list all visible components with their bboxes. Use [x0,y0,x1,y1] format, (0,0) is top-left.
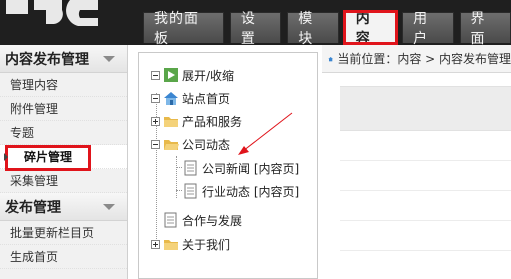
home-icon [328,56,333,61]
sidebar-item-generate-home[interactable]: 生成首页 [0,245,127,269]
table-row [340,191,511,221]
table-header [340,86,511,131]
expand-icon[interactable] [151,116,160,126]
sidebar-section-publish[interactable]: 发布管理 [0,193,127,221]
tab-modules[interactable]: 模块 [287,11,339,47]
tree-node-products[interactable]: 产品和服务 [151,111,242,131]
content-table [340,86,511,279]
tree-node-label: 公司新闻 [内容页] [202,161,300,176]
tree-line [176,167,182,168]
breadcrumb-text: 当前位置：内容 > 内容发布管理 [337,52,511,66]
chevron-down-icon[interactable] [103,55,115,62]
tree-node-company-news-page[interactable]: 公司新闻 [内容页] [183,158,299,178]
highlight-box [5,145,91,171]
breadcrumb: 当前位置：内容 > 内容发布管理 [322,45,511,73]
caret-right-icon [4,153,8,161]
table-row [340,131,511,161]
category-tree: 展开/收缩 站点首页 产品和服务 公司动态 公司新闻 [内容页] 行业动态 [内… [138,52,318,279]
top-bar: 我的面板 设置 模块 内容 用户 界面 [0,0,511,47]
tree-node-home[interactable]: 站点首页 [151,88,230,108]
tree-toggle-label: 展开/收缩 [182,68,235,83]
tree-toggle[interactable]: 展开/收缩 [151,65,234,85]
sidebar-section-title: 内容发布管理 [5,51,89,68]
folder-icon [164,240,178,250]
folder-icon [164,117,178,127]
main-nav: 我的面板 设置 模块 内容 用户 界面 [143,10,511,47]
sidebar-item-fragments[interactable]: 碎片管理 [0,145,127,171]
page-icon [184,160,197,176]
home-icon [164,92,178,105]
collapse-icon[interactable] [151,70,160,80]
collapse-icon[interactable] [151,93,160,103]
sidebar-item-batch-update[interactable]: 批量更新栏目页 [0,221,127,245]
tree-node-label: 公司动态 [182,137,231,152]
sidebar-section-title: 发布管理 [5,199,61,216]
page-icon [164,212,177,228]
tree-node-industry-news-page[interactable]: 行业动态 [内容页] [183,181,299,201]
tree-node-company-news[interactable]: 公司动态 [151,134,230,154]
tree-node-cooperation[interactable]: 合作与发展 [163,210,242,230]
tab-my-panel[interactable]: 我的面板 [143,11,224,47]
tab-users[interactable]: 用户 [402,11,454,47]
folder-open-icon [164,140,179,150]
table-row [340,221,511,251]
tab-settings[interactable]: 设置 [229,11,282,47]
tree-line [176,190,182,191]
logo [0,0,104,40]
tree-node-about-us[interactable]: 关于我们 [151,234,230,254]
sidebar: 内容发布管理 管理内容 附件管理 专题 碎片管理 采集管理 发布管理 批量更新栏… [0,45,128,279]
sidebar-section-content-publish[interactable]: 内容发布管理 [0,45,127,73]
sidebar-item-topics[interactable]: 专题 [0,121,127,145]
collapse-icon[interactable] [151,139,160,149]
tree-node-label: 合作与发展 [182,213,243,228]
sidebar-item-attachments[interactable]: 附件管理 [0,97,127,121]
tree-node-label: 行业动态 [内容页] [202,184,300,199]
tab-interface[interactable]: 界面 [459,11,511,47]
sidebar-item-collection[interactable]: 采集管理 [0,169,127,193]
tab-content[interactable]: 内容 [342,10,399,47]
sidebar-item-manage-content[interactable]: 管理内容 [0,73,127,97]
tree-line [176,156,177,198]
expand-icon[interactable] [151,239,160,249]
table-row [340,161,511,191]
chevron-down-icon[interactable] [103,203,115,210]
tree-node-label: 关于我们 [182,237,231,252]
tree-node-label: 站点首页 [182,91,231,106]
tree-node-label: 产品和服务 [182,114,243,129]
page-icon [184,183,197,199]
refresh-icon [164,68,178,82]
